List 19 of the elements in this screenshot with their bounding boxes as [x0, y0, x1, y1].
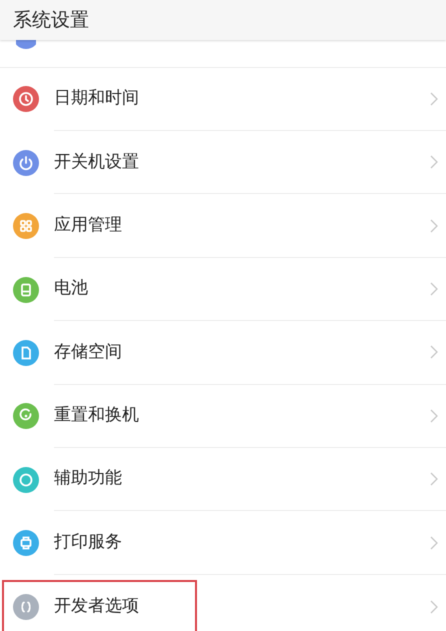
chevron-icon	[430, 345, 438, 360]
chevron-icon	[430, 155, 438, 170]
screen-title: 系统设置	[13, 8, 89, 33]
setting-label[interactable]: 电池	[54, 276, 430, 302]
chevron-icon	[430, 92, 438, 106]
setting-label[interactable]: 重置和换机	[54, 403, 430, 429]
setting-label[interactable]: 开关机设置	[54, 150, 430, 176]
setting-label[interactable]: 辅助功能	[54, 466, 430, 492]
setting-label[interactable]: 开发者选项	[54, 594, 430, 620]
chevron-icon	[430, 218, 438, 233]
setting-label[interactable]: 日期和时间	[54, 86, 430, 112]
setting-label[interactable]: 打印服务	[54, 530, 430, 556]
setting-label[interactable]: 应用管理	[54, 212, 430, 238]
chevron-icon	[430, 408, 438, 423]
chevron-icon	[430, 536, 438, 550]
setting-label[interactable]: 存储空间	[54, 340, 430, 366]
chevron-icon	[430, 282, 438, 296]
chevron-icon	[430, 600, 438, 614]
chevron-icon	[430, 472, 438, 486]
